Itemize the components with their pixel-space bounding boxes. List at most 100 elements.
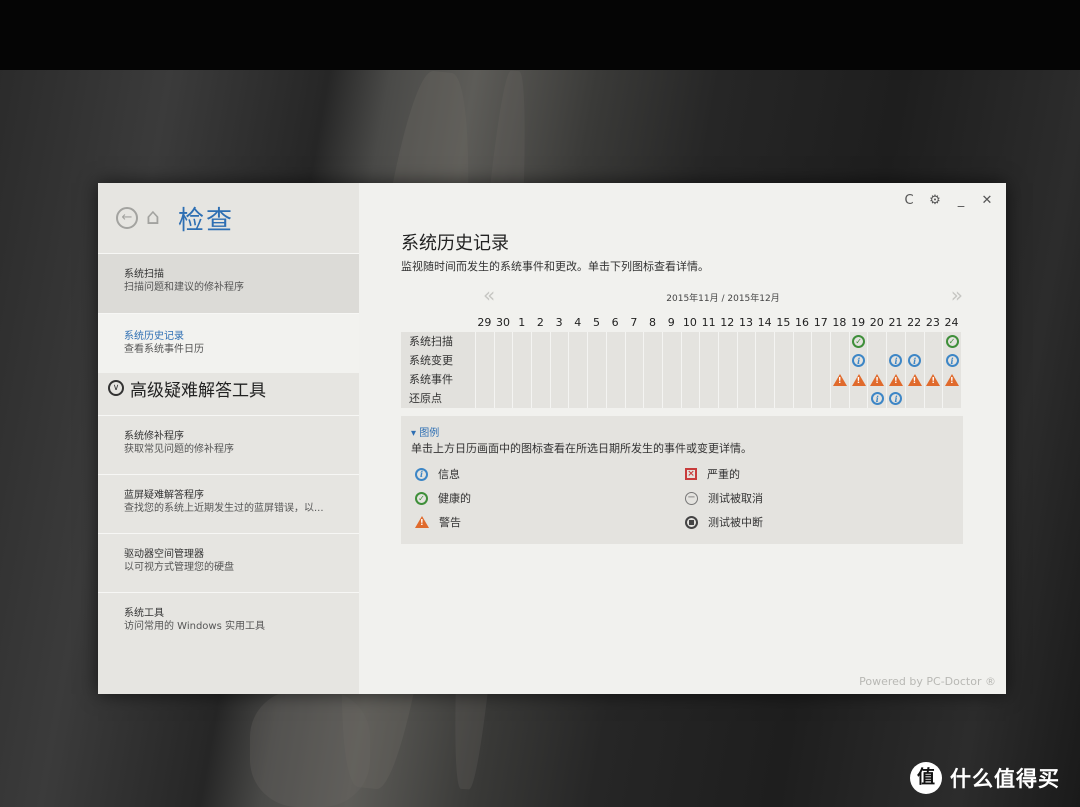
gear-icon[interactable]: ⚙: [928, 193, 942, 208]
section-advanced-tools[interactable]: ∨ 高级疑难解答工具: [98, 373, 359, 403]
calendar-cell: [643, 332, 662, 351]
sidebar-item-title: 驱动器空间管理器: [124, 549, 204, 560]
calendar-day-label: 17: [813, 316, 828, 329]
calendar-cell: [811, 389, 831, 408]
legend-toggle[interactable]: ▾ 图例: [411, 424, 439, 439]
calendar-cell: [680, 332, 700, 351]
legend-item-healthy: ✓ 健康的: [415, 490, 471, 506]
calendar-cell: [475, 332, 494, 351]
warning-icon[interactable]: [926, 373, 941, 386]
calendar-day-label: 2: [536, 316, 544, 329]
warning-icon[interactable]: [832, 373, 847, 386]
warning-icon[interactable]: [888, 373, 903, 386]
calendar-cell: [867, 332, 887, 351]
info-icon[interactable]: i: [908, 354, 922, 367]
calendar-cell: [923, 389, 943, 408]
sidebar-item-bsod-troubleshooter[interactable]: 蓝屏疑难解答程序 查找您的系统上近期发生过的蓝屏错误，以...: [98, 474, 359, 533]
calendar-day-label: 8: [649, 316, 657, 329]
legend-label: 测试被中断: [708, 516, 763, 529]
calendar-cell: [624, 332, 644, 351]
calendar-cell: [736, 351, 756, 370]
legend-item-cancelled: − 测试被取消: [685, 490, 763, 506]
calendar-cell: [549, 370, 569, 389]
warning-icon[interactable]: [907, 373, 922, 386]
sidebar-item-system-scan[interactable]: 系统扫描 扫描问题和建议的修补程序: [98, 253, 359, 313]
powered-by-footer: Powered by PC-Doctor ®: [859, 675, 996, 688]
calendar-cell: i: [904, 351, 924, 370]
calendar-cell: [531, 370, 550, 389]
warning-icon[interactable]: [851, 373, 866, 386]
calendar-cell: ✓: [848, 332, 868, 351]
calendar-cell: [605, 389, 625, 408]
sidebar-item-system-tools[interactable]: 系统工具 访问常用的 Windows 实用工具: [98, 592, 359, 651]
info-icon[interactable]: i: [870, 392, 884, 405]
warning-icon[interactable]: [945, 373, 960, 386]
calendar-cell: [792, 370, 812, 389]
calendar-cell: [699, 370, 718, 389]
back-arrow-icon[interactable]: ←: [116, 207, 138, 229]
calendar-day-label: 23: [925, 316, 940, 329]
calendar-cell: [661, 389, 681, 408]
sidebar-item-title: 系统扫描: [124, 269, 164, 280]
sidebar-item-system-fixes[interactable]: 系统修补程序 获取常见问题的修补程序: [98, 415, 359, 474]
calendar-day-label: 12: [720, 316, 735, 329]
calendar-cell: [774, 332, 793, 351]
close-icon[interactable]: ✕: [980, 193, 994, 208]
refresh-icon[interactable]: C: [902, 193, 916, 208]
calendar-day-label: 20: [869, 316, 884, 329]
calendar-cell: [587, 351, 606, 370]
minimize-icon[interactable]: _: [954, 193, 968, 208]
checkmark-icon[interactable]: ✓: [852, 335, 866, 348]
calendar-cell: [605, 332, 625, 351]
legend-header: 图例: [419, 428, 440, 439]
calendar-cell: i: [867, 389, 887, 408]
calendar-cell: [755, 370, 774, 389]
watermark-logo: 值: [910, 762, 942, 794]
calendar-cell: [643, 370, 662, 389]
home-icon[interactable]: ⌂: [146, 207, 160, 229]
legend-label: 警告: [439, 516, 461, 529]
calendar-cell: [736, 370, 756, 389]
calendar-day-label: 24: [944, 316, 959, 329]
calendar-cell: [792, 332, 812, 351]
calendar-cell: [867, 370, 887, 389]
checkmark-icon: ✓: [415, 491, 428, 505]
calendar-row-label: 还原点: [401, 389, 475, 408]
checkmark-icon[interactable]: ✓: [945, 335, 959, 348]
sidebar-item-desc: 获取常见问题的修补程序: [124, 444, 234, 455]
calendar-cell: [904, 370, 924, 389]
legend-label: 测试被取消: [708, 492, 763, 505]
info-icon[interactable]: i: [889, 392, 903, 405]
next-month-icon[interactable]: »: [951, 285, 963, 305]
calendar-cell: [680, 389, 700, 408]
info-icon[interactable]: i: [945, 354, 959, 367]
calendar-day-label: 6: [611, 316, 619, 329]
calendar-cell: [493, 332, 513, 351]
calendar-cell: [923, 351, 943, 370]
legend-label: 健康的: [438, 492, 471, 505]
calendar-cell: [531, 332, 550, 351]
calendar-day-label: 22: [907, 316, 922, 329]
calendar-cell: [774, 351, 793, 370]
calendar-cell: [755, 389, 774, 408]
main-subtitle: 监视随时间而发生的系统事件和更改。单击下列图标查看详情。: [401, 260, 709, 273]
info-icon[interactable]: i: [852, 354, 866, 367]
calendar-row-label: 系统扫描: [401, 332, 475, 351]
calendar-cell: [512, 351, 532, 370]
calendar-cell: [942, 370, 961, 389]
calendar-row: 系统变更 i i i i: [401, 351, 963, 370]
info-icon[interactable]: i: [889, 354, 903, 367]
legend-panel: ▾ 图例 单击上方日历画面中的图标查看在所选日期所发生的事件或变更详情。 i 信…: [401, 416, 963, 544]
legend-description: 单击上方日历画面中的图标查看在所选日期所发生的事件或变更详情。: [411, 442, 752, 455]
pc-doctor-window: ← ⌂ 检查 系统扫描 扫描问题和建议的修补程序 系统历史记录 查看系统事件日历…: [98, 183, 1006, 694]
sidebar-item-system-history[interactable]: 系统历史记录 查看系统事件日历: [98, 313, 359, 373]
sidebar: ← ⌂ 检查 系统扫描 扫描问题和建议的修补程序 系统历史记录 查看系统事件日历…: [98, 183, 359, 694]
calendar-day-label: 15: [776, 316, 791, 329]
warning-icon[interactable]: [870, 373, 885, 386]
calendar-cell: [886, 332, 905, 351]
calendar-cell: [774, 370, 793, 389]
calendar-cell: [717, 370, 737, 389]
calendar-cell: [587, 332, 606, 351]
site-watermark: 值 什么值得买: [910, 762, 1060, 794]
sidebar-item-drive-space-manager[interactable]: 驱动器空间管理器 以可视方式管理您的硬盘: [98, 533, 359, 592]
